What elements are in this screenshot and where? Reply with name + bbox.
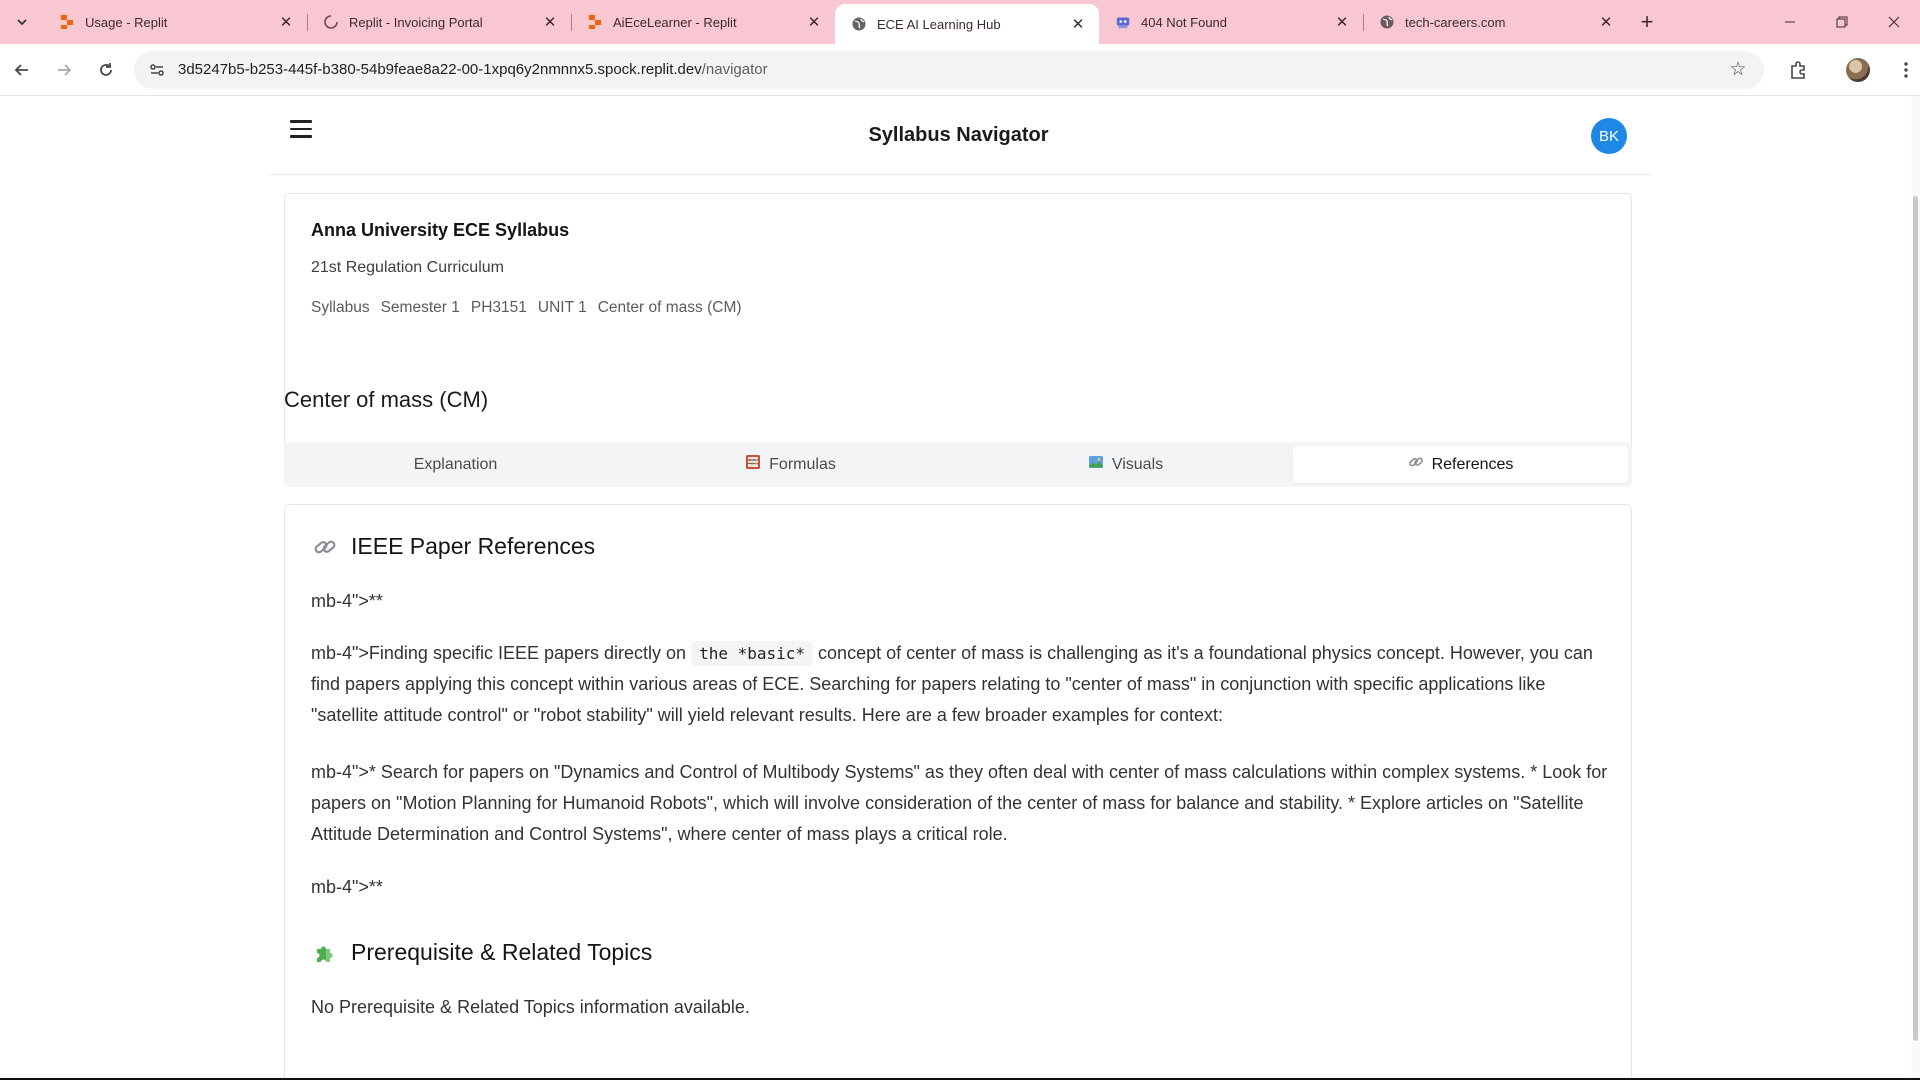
close-icon[interactable]: ✕ [1333, 13, 1351, 31]
new-tab-button[interactable]: + [1631, 6, 1663, 38]
minimize-button[interactable] [1764, 0, 1816, 44]
picture-icon [1088, 454, 1104, 475]
breadcrumb-item[interactable]: PH3151 [471, 299, 527, 317]
related-heading: Prerequisite & Related Topics [313, 939, 652, 966]
address-bar[interactable]: 3d5247b5-b253-445f-b380-54b9feae8a22-00-… [134, 50, 1764, 89]
breadcrumb-item[interactable]: UNIT 1 [538, 299, 587, 317]
page-viewport: Syllabus Navigator BK Anna University EC… [0, 96, 1920, 1080]
section-title: Prerequisite & Related Topics [351, 939, 653, 965]
scrollbar[interactable] [1911, 96, 1920, 1080]
course-info-card: Anna University ECE Syllabus 21st Regula… [284, 193, 1632, 463]
tab-title: ECE AI Learning Hub [877, 16, 1001, 32]
close-icon[interactable]: ✕ [1069, 15, 1087, 33]
section-title: IEEE Paper References [351, 533, 596, 559]
close-icon [1888, 16, 1900, 28]
back-button[interactable] [2, 50, 42, 90]
scrollbar-thumb[interactable] [1913, 196, 1918, 1041]
window-controls [1764, 0, 1920, 44]
globe-icon [1379, 14, 1395, 30]
topic-tabs: Explanation Formulas Visuals References [284, 442, 1632, 487]
tab-explanation[interactable]: Explanation [288, 446, 623, 483]
close-icon[interactable]: ✕ [805, 13, 823, 31]
restore-icon [1836, 16, 1848, 28]
reference-paragraph: mb-4">** [311, 591, 383, 611]
references-heading: IEEE Paper References [313, 533, 595, 560]
breadcrumb: Syllabus Semester 1 PH3151 UNIT 1 Center… [311, 299, 742, 317]
url-path: /navigator [701, 61, 768, 78]
arrow-left-icon [14, 63, 28, 76]
inline-code: the *basic* [691, 641, 814, 666]
browser-tab[interactable]: AiEceLearner - Replit ✕ [571, 0, 835, 44]
tab-title: 404 Not Found [1141, 14, 1228, 30]
abacus-icon [745, 454, 761, 475]
tab-label: Visuals [1111, 455, 1164, 473]
close-icon[interactable]: ✕ [277, 13, 295, 31]
user-avatar[interactable]: BK [1591, 118, 1627, 154]
tab-visuals[interactable]: Visuals [958, 446, 1293, 483]
replit-icon [59, 14, 75, 30]
app-title: Syllabus Navigator [868, 123, 1049, 146]
reference-paragraph: mb-4">* Search for papers on "Dynamics a… [311, 762, 1608, 844]
app-header: Syllabus Navigator BK [266, 96, 1651, 175]
tab-title: tech-careers.com [1405, 14, 1506, 30]
hamburger-menu-icon[interactable] [290, 120, 312, 138]
link-icon [1408, 454, 1424, 475]
link-icon [313, 535, 337, 559]
tab-title: AiEceLearner - Replit [613, 14, 737, 30]
extensions-icon[interactable] [1778, 50, 1818, 90]
tab-label: Explanation [413, 455, 498, 473]
tab-label: References [1431, 455, 1514, 473]
forward-button[interactable] [44, 50, 84, 90]
reference-paragraph: mb-4">Finding specific IEEE papers direc… [311, 638, 1611, 731]
browser-tab[interactable]: Replit - Invoicing Portal ✕ [307, 0, 571, 44]
related-text: No Prerequisite & Related Topics informa… [311, 997, 750, 1017]
reference-paragraph: mb-4">** [311, 877, 383, 897]
regulation-label: 21st Regulation Curriculum [311, 259, 504, 276]
course-name: Anna University ECE Syllabus [311, 220, 570, 240]
breadcrumb-item-current: Center of mass (CM) [597, 299, 742, 316]
replit-icon [587, 14, 603, 30]
close-window-button[interactable] [1868, 0, 1920, 44]
paragraph-text: mb-4">Finding specific IEEE papers direc… [311, 643, 692, 663]
profile-avatar [1846, 57, 1870, 82]
reload-icon [100, 62, 112, 76]
tab-title: Replit - Invoicing Portal [349, 14, 483, 30]
breadcrumb-item[interactable]: Semester 1 [381, 299, 460, 317]
chevron-down-icon [17, 19, 27, 26]
url-text: 3d5247b5-b253-445f-b380-54b9feae8a22-00-… [178, 61, 1724, 78]
close-icon[interactable]: ✕ [1597, 13, 1615, 31]
tab-label: Formulas [769, 455, 836, 473]
close-icon[interactable]: ✕ [541, 13, 559, 31]
loading-spinner-icon [323, 14, 339, 30]
breadcrumb-item[interactable]: Syllabus [311, 299, 370, 317]
minimize-icon [1785, 21, 1795, 23]
browser-tab-bar: Usage - Replit ✕ Replit - Invoicing Port… [0, 0, 1920, 44]
404-robot-icon [1115, 14, 1131, 30]
bookmark-star-icon[interactable]: ☆ [1724, 56, 1752, 84]
globe-icon [851, 16, 867, 32]
tab-formulas[interactable]: Formulas [623, 446, 958, 483]
arrow-right-icon [58, 63, 72, 76]
tab-search-button[interactable] [9, 9, 35, 35]
browser-tab-active[interactable]: ECE AI Learning Hub ✕ [835, 4, 1099, 44]
restore-button[interactable] [1816, 0, 1868, 44]
browser-tab[interactable]: 404 Not Found ✕ [1099, 0, 1363, 44]
browser-tab[interactable]: tech-careers.com ✕ [1363, 0, 1627, 44]
url-host: 3d5247b5-b253-445f-b380-54b9feae8a22-00-… [178, 61, 702, 78]
site-info-icon[interactable] [144, 57, 170, 83]
topic-title: Center of mass (CM) [284, 387, 489, 412]
reload-button[interactable] [86, 50, 126, 90]
tab-title: Usage - Replit [85, 14, 168, 30]
references-panel: IEEE Paper References mb-4">** mb-4">Fin… [284, 504, 1632, 1080]
browser-tab[interactable]: Usage - Replit ✕ [43, 0, 307, 44]
browser-toolbar: 3d5247b5-b253-445f-b380-54b9feae8a22-00-… [0, 44, 1920, 96]
menu-kebab-icon[interactable] [1892, 50, 1920, 90]
profile-button[interactable] [1838, 50, 1878, 90]
puzzle-piece-icon [313, 941, 337, 965]
tab-references[interactable]: References [1293, 446, 1628, 483]
plus-icon: + [1640, 9, 1654, 34]
